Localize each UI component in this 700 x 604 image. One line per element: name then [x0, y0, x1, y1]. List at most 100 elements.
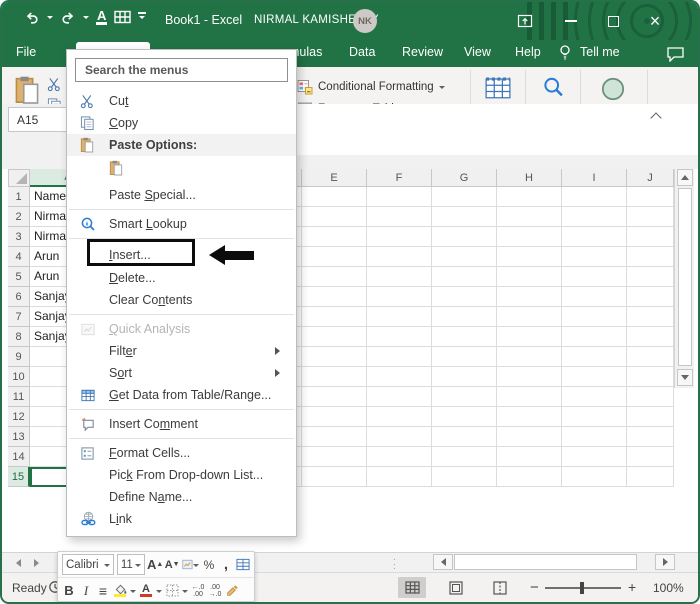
menu-item-filter[interactable]: Filter — [67, 340, 296, 362]
cell-j7[interactable] — [627, 307, 674, 327]
cell-i6[interactable] — [562, 287, 627, 307]
cell-j11[interactable] — [627, 387, 674, 407]
row-header-4[interactable]: 4 — [8, 247, 30, 267]
borders-button[interactable] — [165, 581, 179, 600]
row-header-14[interactable]: 14 — [8, 447, 30, 467]
increase-decimal-button[interactable]: .00 →.0 — [208, 581, 222, 600]
cell-j15[interactable] — [627, 467, 674, 487]
page-layout-view-button[interactable] — [442, 577, 470, 598]
menu-item-delete[interactable]: Delete... — [67, 267, 296, 289]
font-name-dropdown[interactable]: Calibri — [62, 554, 114, 575]
row-header-7[interactable]: 7 — [8, 307, 30, 327]
select-all-corner[interactable] — [8, 169, 30, 187]
cell-e2[interactable] — [302, 207, 367, 227]
cell-e14[interactable] — [302, 447, 367, 467]
zoom-slider-handle[interactable] — [580, 582, 584, 594]
cell-h10[interactable] — [497, 367, 562, 387]
cell-h9[interactable] — [497, 347, 562, 367]
column-header-j[interactable]: J — [627, 169, 674, 187]
cell-g13[interactable] — [432, 427, 497, 447]
cell-f6[interactable] — [367, 287, 432, 307]
cell-h15[interactable] — [497, 467, 562, 487]
tell-me-label[interactable]: Tell me — [580, 45, 620, 59]
cell-g15[interactable] — [432, 467, 497, 487]
comma-style-button[interactable]: , — [219, 555, 233, 574]
menu-item-define-name[interactable]: Define Name... — [67, 486, 296, 508]
cell-i1[interactable] — [562, 187, 627, 207]
font-color-icon[interactable]: A — [96, 9, 108, 25]
vertical-scrollbar[interactable] — [674, 169, 694, 388]
format-painter-mini-icon[interactable] — [225, 581, 239, 600]
menu-item-format-cells[interactable]: Format Cells... — [67, 442, 296, 464]
menu-item-sort[interactable]: Sort — [67, 362, 296, 384]
undo-icon[interactable] — [24, 10, 40, 25]
cell-i9[interactable] — [562, 347, 627, 367]
vertical-scroll-thumb[interactable] — [678, 188, 692, 366]
cell-e7[interactable] — [302, 307, 367, 327]
align-button[interactable]: ≡ — [96, 581, 110, 600]
cell-h3[interactable] — [497, 227, 562, 247]
paste-option-button[interactable] — [67, 156, 296, 184]
cell-g4[interactable] — [432, 247, 497, 267]
fill-color-caret[interactable] — [130, 589, 136, 596]
cell-f12[interactable] — [367, 407, 432, 427]
cell-j4[interactable] — [627, 247, 674, 267]
cell-h7[interactable] — [497, 307, 562, 327]
close-button[interactable]: × — [642, 11, 668, 31]
tab-view[interactable]: View — [464, 45, 491, 59]
cell-h5[interactable] — [497, 267, 562, 287]
comments-icon[interactable] — [666, 46, 685, 65]
cell-f9[interactable] — [367, 347, 432, 367]
avatar[interactable]: NK — [353, 9, 377, 33]
menu-item-insert[interactable]: Insert... — [67, 239, 296, 267]
cell-i11[interactable] — [562, 387, 627, 407]
ribbon-display-options-button[interactable] — [512, 11, 538, 31]
tab-file[interactable]: File — [16, 45, 36, 59]
tab-help[interactable]: Help — [515, 45, 541, 59]
cut-button[interactable] — [47, 77, 62, 97]
cell-e11[interactable] — [302, 387, 367, 407]
row-header-10[interactable]: 10 — [8, 367, 30, 387]
cell-j10[interactable] — [627, 367, 674, 387]
menu-item-clear-contents[interactable]: Clear Contents — [67, 289, 296, 311]
cell-j5[interactable] — [627, 267, 674, 287]
row-header-15[interactable]: 15 — [8, 467, 30, 487]
sheet-tab-scroll-left-icon[interactable] — [12, 559, 21, 567]
tab-review[interactable]: Review — [402, 45, 443, 59]
font-color-button[interactable]: A — [139, 581, 153, 600]
borders-caret[interactable] — [182, 589, 188, 596]
page-break-preview-button[interactable] — [486, 577, 514, 598]
cell-h2[interactable] — [497, 207, 562, 227]
row-header-11[interactable]: 11 — [8, 387, 30, 407]
normal-view-button[interactable] — [398, 577, 426, 598]
row-header-9[interactable]: 9 — [8, 347, 30, 367]
cell-i5[interactable] — [562, 267, 627, 287]
cell-e12[interactable] — [302, 407, 367, 427]
cell-h13[interactable] — [497, 427, 562, 447]
font-size-dropdown[interactable]: 11 — [116, 554, 146, 575]
minimize-button[interactable] — [558, 11, 584, 31]
redo-icon[interactable] — [60, 10, 76, 25]
cell-g10[interactable] — [432, 367, 497, 387]
row-header-2[interactable]: 2 — [8, 207, 30, 227]
row-header-3[interactable]: 3 — [8, 227, 30, 247]
menu-item-get-data-from-table-range[interactable]: Get Data from Table/Range... — [67, 384, 296, 406]
tab-data[interactable]: Data — [349, 45, 375, 59]
search-menus-input[interactable]: Search the menus — [75, 58, 288, 82]
cell-e3[interactable] — [302, 227, 367, 247]
cell-e8[interactable] — [302, 327, 367, 347]
cell-i4[interactable] — [562, 247, 627, 267]
cell-g14[interactable] — [432, 447, 497, 467]
column-header-f[interactable]: F — [367, 169, 432, 187]
shrink-font-button[interactable]: A ▼ — [165, 555, 180, 574]
cell-g9[interactable] — [432, 347, 497, 367]
cell-i3[interactable] — [562, 227, 627, 247]
row-header-12[interactable]: 12 — [8, 407, 30, 427]
menu-item-link[interactable]: Link — [67, 508, 296, 530]
redo-dropdown-caret[interactable] — [83, 16, 89, 22]
cell-f13[interactable] — [367, 427, 432, 447]
cell-h1[interactable] — [497, 187, 562, 207]
cell-j6[interactable] — [627, 287, 674, 307]
merge-center-icon[interactable] — [236, 555, 250, 574]
cell-h8[interactable] — [497, 327, 562, 347]
